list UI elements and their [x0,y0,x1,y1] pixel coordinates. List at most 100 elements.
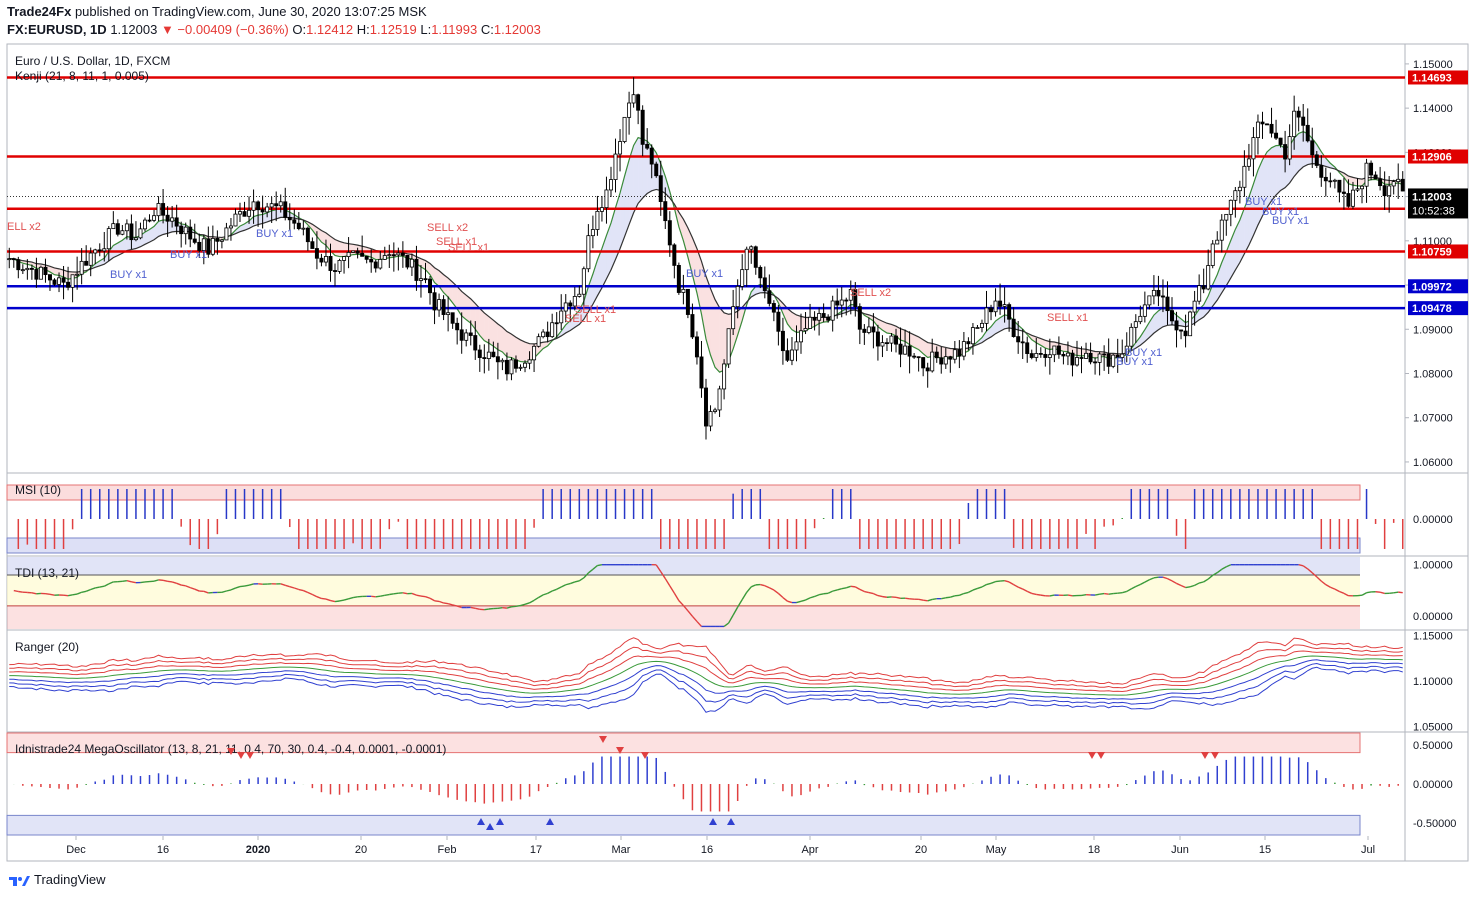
cloud-segment [715,299,720,373]
candle [672,244,677,266]
signal-label: BUY x1 [170,249,207,261]
candle [414,258,419,281]
candle [649,147,654,165]
tdi-line-segment [239,585,245,588]
candle [676,265,681,293]
candle [396,252,401,256]
tdi-line-segment [380,594,385,597]
y-tick-label: 1.06000 [1413,457,1453,469]
candle [1020,341,1025,344]
x-tick-label: 18 [1088,844,1100,856]
tdi-line-segment [932,598,937,601]
x-tick-label: Jul [1361,844,1375,856]
signal-label: BUY x1 [1272,215,1309,227]
candle [188,226,193,240]
sell-marker-icon [1211,752,1219,759]
candle [563,302,568,312]
candle [441,299,446,315]
candle [1106,353,1111,367]
candle [559,310,564,324]
candle [215,238,220,242]
tdi-line-segment [393,592,399,595]
candle [274,203,279,207]
tdi-line-segment [850,585,856,588]
candle [744,248,749,271]
mega-y-label: 0.50000 [1413,740,1453,752]
tdi-line-segment [864,590,870,594]
cloud-segment [1271,145,1277,201]
candle [921,357,926,369]
candle [907,345,912,357]
msi-oversold-band [6,537,1361,554]
candle [256,201,261,211]
tdi-line-segment [45,593,51,596]
candle [29,267,34,270]
candle [152,215,157,221]
candle [590,229,595,237]
candle [52,279,57,285]
candle [477,349,482,358]
candle [301,227,306,230]
candle [1192,300,1197,313]
kenji-indicator-label: Kenji (21, 8, 11, 1, 0.005) [15,69,149,83]
candle [536,336,541,347]
candle [459,329,464,341]
x-tick-label: 2020 [246,844,270,856]
cloud-segment [493,320,498,350]
candle [1133,321,1138,328]
candle [1065,352,1070,357]
signal-label: SELL x2 [850,287,891,299]
tdi-line-segment [923,599,928,602]
x-tick-label: Dec [66,844,86,856]
candle [513,359,518,369]
candle [464,332,469,341]
candle [1174,320,1179,331]
candle [57,277,62,285]
candle [360,252,365,257]
candle [898,343,903,355]
candle [473,335,478,351]
candle [328,256,333,271]
candle [409,258,414,268]
candle [242,211,247,217]
cloud-segment [497,323,503,353]
candle [482,357,487,359]
tdi-lower-band [7,605,1360,629]
tdi-line-segment [1094,593,1100,596]
cloud-segment [511,334,516,360]
candle [247,209,252,217]
candle [1034,353,1039,358]
tdi-line-segment [511,605,517,608]
tdi-line-segment [1031,592,1037,596]
candle [1151,289,1156,297]
chart-canvas[interactable]: 1.150001.140001.130001.120001.110001.100… [0,0,1475,898]
candle [726,328,731,365]
candle [1097,353,1102,363]
ranger-y-label: 1.15000 [1413,631,1453,643]
ranger-line [9,655,1403,696]
candle [1319,165,1324,178]
tdi-line-segment [484,608,489,611]
candle [618,141,623,155]
candle [1111,354,1116,367]
candle [866,326,871,333]
candle [685,288,690,315]
candle [1355,188,1360,191]
candle [1061,353,1066,357]
candle [1102,353,1107,356]
level-price-label: 1.10759 [1412,246,1452,258]
candle [1310,140,1315,156]
mega-lower-band [6,814,1361,836]
tdi-line-segment [1081,594,1087,597]
candle [1170,310,1174,322]
cloud-segment [167,219,173,234]
candle [930,351,935,372]
candle [156,203,161,217]
tdi-line-segment [877,594,883,598]
signal-label: BUY x1 [256,228,293,240]
candle [405,255,410,268]
candle [1142,304,1147,317]
current-price-label: 1.12003 [1412,191,1452,203]
candle [504,359,509,375]
candle [903,345,908,355]
